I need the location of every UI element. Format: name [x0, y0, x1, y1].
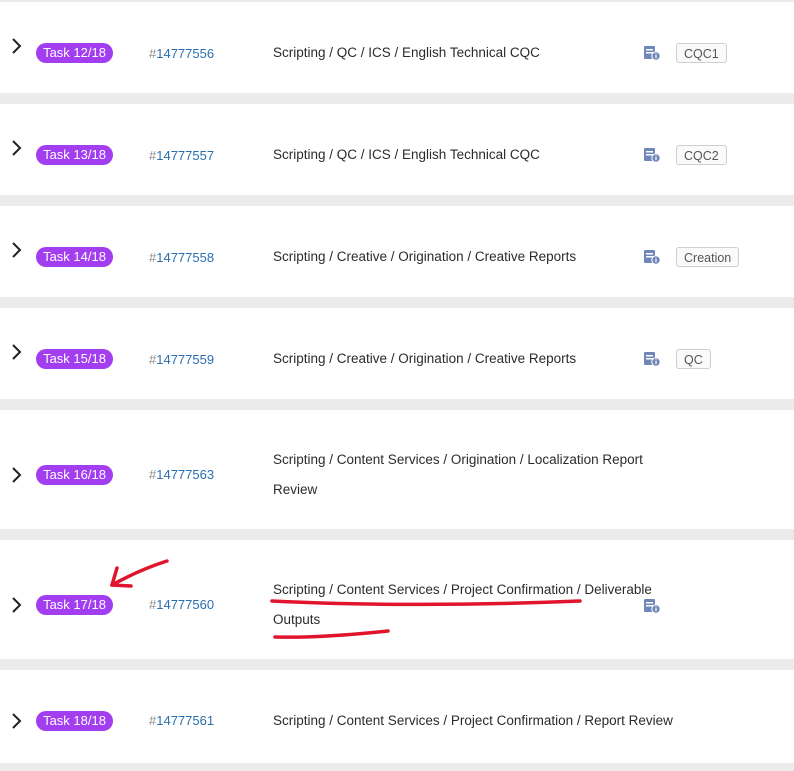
task-id-link[interactable]: #14777560	[149, 596, 214, 614]
task-id-link[interactable]: #14777561	[149, 712, 214, 730]
task-id-number: 14777559	[156, 352, 215, 367]
task-row-13[interactable]: Task 13/18 #14777557 Scripting / QC / IC…	[0, 104, 794, 195]
task-row-16[interactable]: Task 16/18 #14777563 Scripting / Content…	[0, 410, 794, 529]
task-badge: Task 14/18	[36, 247, 113, 267]
task-id-link[interactable]: #14777558	[149, 249, 214, 267]
task-id-number: 14777558	[156, 250, 215, 265]
task-row-18[interactable]: Task 18/18 #14777561 Scripting / Content…	[0, 670, 794, 763]
task-row-14[interactable]: Task 14/18 #14777558 Scripting / Creativ…	[0, 206, 794, 297]
task-id-number: 14777561	[156, 713, 215, 728]
task-badge: Task 18/18	[36, 711, 113, 731]
task-id-number: 14777560	[156, 597, 215, 612]
chevron-right-icon[interactable]	[9, 241, 23, 259]
document-info-icon[interactable]	[643, 147, 661, 163]
task-tag: CQC2	[676, 145, 727, 165]
task-path: Scripting / Creative / Origination / Cre…	[273, 249, 577, 264]
document-info-icon[interactable]	[643, 45, 661, 61]
document-info-icon[interactable]	[643, 351, 661, 367]
chevron-right-icon[interactable]	[9, 139, 23, 157]
task-path: Scripting / Creative / Origination / Cre…	[273, 351, 577, 366]
task-path: Scripting / QC / ICS / English Technical…	[273, 147, 540, 162]
task-id-link[interactable]: #14777556	[149, 45, 214, 63]
task-id-link[interactable]: #14777563	[149, 466, 214, 484]
chevron-right-icon[interactable]	[9, 712, 23, 730]
task-badge: Task 12/18	[36, 43, 113, 63]
task-tag: QC	[676, 349, 711, 369]
task-badge: Task 17/18	[36, 595, 113, 615]
task-id-link[interactable]: #14777559	[149, 351, 214, 369]
chevron-right-icon[interactable]	[9, 466, 23, 484]
task-row-12[interactable]: Task 12/18 #14777556 Scripting / QC / IC…	[0, 2, 794, 93]
task-row-15[interactable]: Task 15/18 #14777559 Scripting / Creativ…	[0, 308, 794, 399]
task-id-number: 14777563	[156, 467, 215, 482]
document-info-icon[interactable]	[643, 249, 661, 265]
task-badge: Task 16/18	[36, 465, 113, 485]
task-id-number: 14777557	[156, 148, 215, 163]
document-info-icon[interactable]	[643, 598, 661, 614]
task-badge: Task 13/18	[36, 145, 113, 165]
task-id-number: 14777556	[156, 46, 215, 61]
task-path: Scripting / QC / ICS / English Technical…	[273, 45, 540, 60]
chevron-right-icon[interactable]	[9, 596, 23, 614]
task-row-17[interactable]: Task 17/18 #14777560 Scripting / Content…	[0, 540, 794, 659]
task-id-link[interactable]: #14777557	[149, 147, 214, 165]
task-tag: CQC1	[676, 43, 727, 63]
chevron-right-icon[interactable]	[9, 343, 23, 361]
task-path: Scripting / Content Services / Project C…	[273, 713, 673, 728]
task-path: Scripting / Content Services / Project C…	[273, 582, 652, 627]
task-path: Scripting / Content Services / Originati…	[273, 452, 643, 497]
chevron-right-icon[interactable]	[9, 37, 23, 55]
task-badge: Task 15/18	[36, 349, 113, 369]
task-tag: Creation	[676, 247, 740, 267]
